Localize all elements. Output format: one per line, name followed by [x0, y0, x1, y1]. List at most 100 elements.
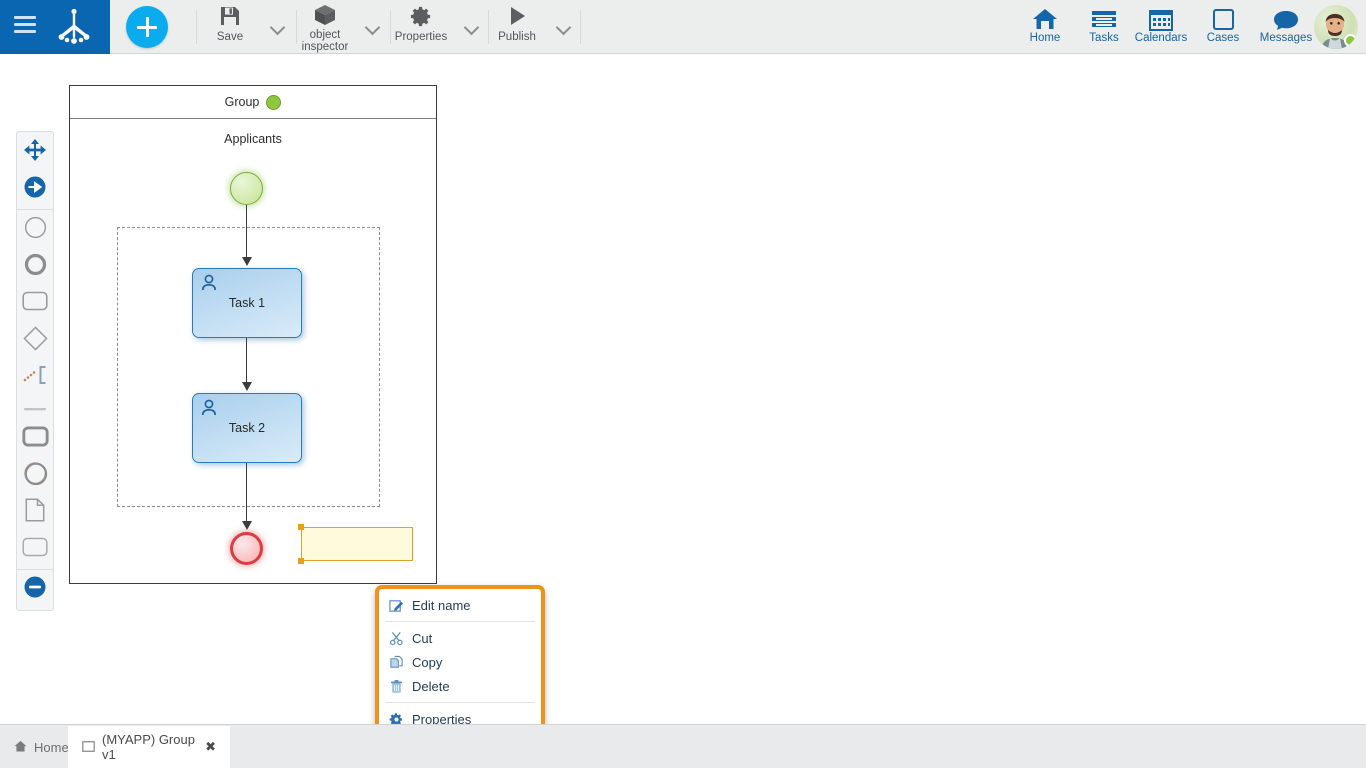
toolbar-separator: [488, 10, 489, 44]
properties-label: Properties: [395, 31, 447, 43]
home-small-icon: [14, 740, 27, 755]
speech-bubble-icon: [1273, 4, 1299, 31]
palette-sequence-flow-tool[interactable]: [16, 171, 54, 208]
sequence-flow-3-arrowhead: [242, 521, 252, 530]
document-page-icon: [25, 498, 45, 527]
scissors-icon: [388, 630, 404, 646]
context-menu-divider: [385, 702, 535, 703]
object-inspector-dropdown-caret[interactable]: [365, 19, 381, 35]
context-menu-item-label: Cut: [412, 631, 432, 646]
task-2[interactable]: Task 2: [192, 393, 302, 463]
palette-group-tool[interactable]: [16, 531, 54, 568]
group-header: Group: [70, 86, 436, 119]
context-menu-item-delete[interactable]: Delete: [379, 674, 541, 698]
task-2-label: Task 2: [229, 421, 265, 435]
properties-dropdown-caret[interactable]: [464, 19, 480, 35]
sequence-flow-2[interactable]: [246, 338, 248, 384]
diagram-canvas[interactable]: Group Applicants Task 1: [0, 54, 1366, 724]
object-inspector-button[interactable]: object inspector: [300, 3, 350, 51]
palette-intermediate-event-tool[interactable]: [16, 457, 54, 494]
palette-end-event-tool[interactable]: [16, 248, 54, 285]
association-bracket-icon: [22, 363, 48, 392]
nav-home[interactable]: Home: [1024, 4, 1066, 52]
nav-cases[interactable]: Cases: [1200, 4, 1246, 52]
text-annotation[interactable]: [301, 527, 413, 561]
bold-rounded-rect-icon: [22, 426, 49, 452]
toolbar-separator: [196, 10, 197, 44]
context-menu-item-edit-name[interactable]: Edit name: [379, 593, 541, 617]
publish-label: Publish: [498, 31, 536, 43]
palette-annotation-association-tool[interactable]: [16, 359, 54, 396]
cube-icon: [313, 3, 337, 27]
thick-circle-icon: [24, 253, 47, 281]
context-menu-item-cut[interactable]: Cut: [379, 626, 541, 650]
gear-icon: [410, 3, 433, 29]
edit-pencil-icon: [388, 597, 404, 613]
window-small-icon: [82, 740, 95, 755]
play-triangle-icon: [505, 3, 529, 29]
save-dropdown-caret[interactable]: [270, 19, 286, 35]
sequence-flow-3[interactable]: [246, 463, 248, 523]
properties-button[interactable]: Properties: [392, 3, 450, 51]
bottom-tab-myapp-group-v1-label: (MYAPP) Group v1: [102, 732, 198, 762]
task-1[interactable]: Task 1: [192, 268, 302, 338]
start-event[interactable]: [230, 172, 263, 205]
selection-handle-bottom-left[interactable]: [298, 558, 304, 564]
palette-subprocess-tool[interactable]: [16, 420, 54, 457]
nav-calendars-label: Calendars: [1135, 32, 1187, 44]
publish-button[interactable]: Publish: [492, 3, 542, 51]
new-item-button[interactable]: [126, 6, 168, 48]
context-menu-item-label: Copy: [412, 655, 442, 670]
group-title: Group: [225, 95, 260, 109]
diamond-icon: [23, 326, 48, 356]
context-menu-divider: [385, 621, 535, 622]
save-button[interactable]: Save: [206, 3, 254, 51]
connector-arrow-icon: [24, 176, 46, 203]
sequence-flow-2-arrowhead: [242, 382, 252, 391]
nav-messages[interactable]: Messages: [1252, 4, 1320, 52]
palette-divider: [17, 569, 53, 570]
hamburger-menu-icon[interactable]: [14, 16, 36, 34]
shape-palette[interactable]: [16, 131, 54, 611]
trash-icon: [388, 678, 404, 694]
bottom-tab-myapp-group-v1[interactable]: (MYAPP) Group v1 ✖: [68, 726, 230, 768]
nav-calendars[interactable]: Calendars: [1129, 4, 1193, 52]
rounded-rect-icon: [22, 291, 48, 316]
top-toolbar: Save object inspector: [0, 0, 1366, 54]
nav-messages-label: Messages: [1260, 32, 1312, 44]
publish-dropdown-caret[interactable]: [556, 19, 572, 35]
save-label: Save: [217, 31, 243, 43]
nav-home-label: Home: [1030, 32, 1061, 44]
context-menu-item-label: Delete: [412, 679, 450, 694]
brand-block: [0, 0, 110, 54]
palette-data-object-tool[interactable]: [16, 494, 54, 531]
gear-icon: [388, 711, 404, 724]
task-1-label: Task 1: [229, 296, 265, 310]
bizagi-frog-logo-icon[interactable]: [54, 8, 94, 46]
palette-line-tool[interactable]: [16, 396, 54, 420]
user-task-icon: [199, 398, 219, 423]
move-arrows-icon: [24, 139, 46, 166]
bottom-tab-home-label: Home: [34, 740, 69, 755]
copy-icon: [388, 654, 404, 670]
object-inspector-label: object inspector: [294, 29, 356, 53]
palette-task-tool[interactable]: [16, 285, 54, 322]
selection-handle-top-left[interactable]: [298, 524, 304, 530]
palette-gateway-tool[interactable]: [16, 322, 54, 359]
status-badge: [1344, 34, 1357, 47]
nav-tasks[interactable]: Tasks: [1084, 4, 1124, 52]
context-menu-item-copy[interactable]: Copy: [379, 650, 541, 674]
palette-collapse-button[interactable]: [16, 571, 54, 608]
avatar[interactable]: [1314, 5, 1358, 49]
palette-start-event-tool[interactable]: [16, 211, 54, 248]
end-event[interactable]: [230, 532, 263, 565]
context-menu-item-properties[interactable]: Properties: [379, 707, 541, 724]
calendar-icon: [1149, 4, 1173, 31]
palette-pan-tool[interactable]: [16, 134, 54, 171]
toolbar-separator: [390, 10, 391, 44]
square-outline-icon: [1211, 4, 1235, 31]
floppy-disk-icon: [219, 3, 241, 29]
context-menu[interactable]: Edit name Cut: [375, 585, 545, 724]
close-x-icon[interactable]: ✖: [205, 739, 216, 755]
bottom-tab-home[interactable]: Home: [0, 726, 68, 768]
